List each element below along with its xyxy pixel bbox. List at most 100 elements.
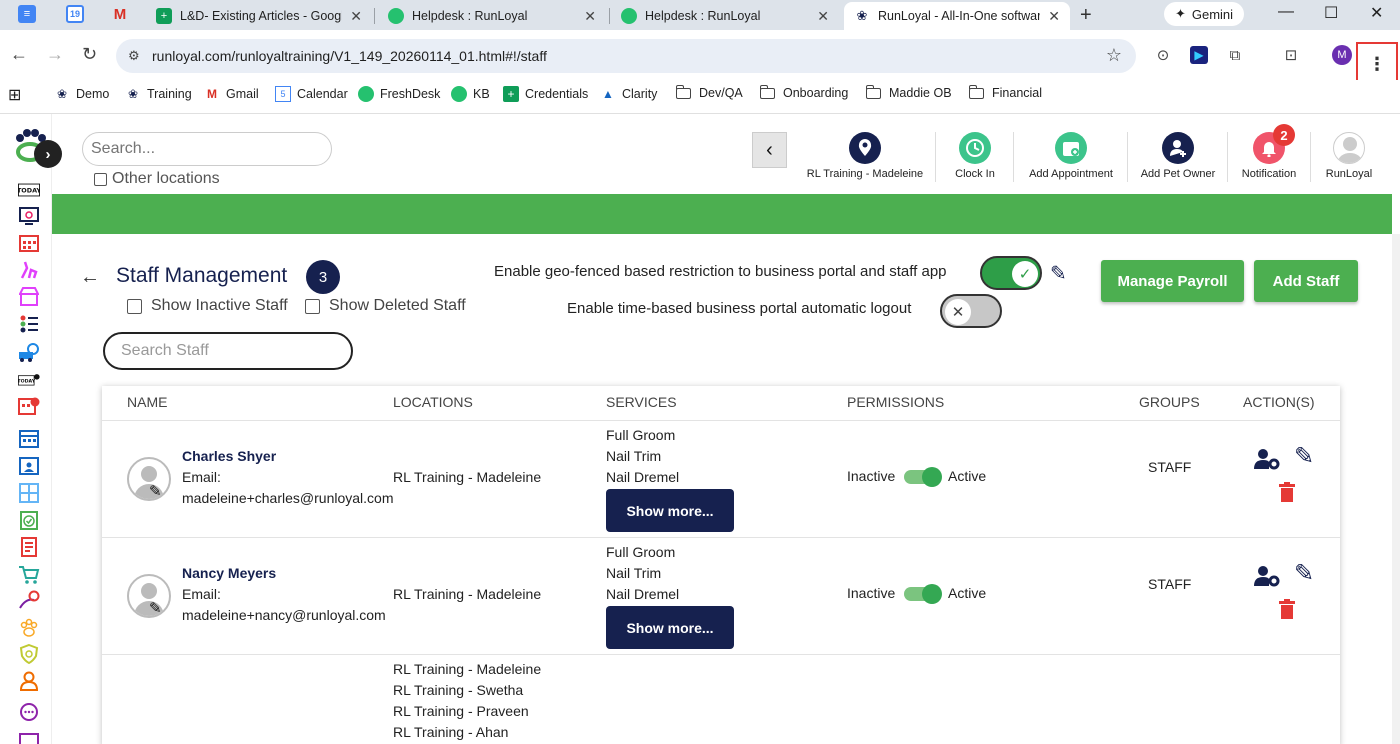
manage-payroll-button[interactable]: Manage Payroll [1101, 260, 1244, 302]
clock-in-button[interactable]: Clock In [943, 132, 1007, 182]
permission-toggle[interactable] [904, 584, 942, 604]
calendar-grid-icon[interactable] [18, 233, 40, 253]
calendar-person-icon[interactable] [18, 455, 40, 475]
delete-trash-icon[interactable] [1279, 599, 1295, 619]
kennel-grid-icon[interactable] [18, 483, 40, 503]
location-selector[interactable]: RL Training - Madeleine [800, 132, 930, 182]
page-scrollbar[interactable] [1392, 234, 1400, 744]
show-inactive-checkbox[interactable]: Show Inactive Staff [127, 297, 288, 315]
other-locations-checkbox[interactable]: Other locations [94, 170, 220, 188]
back-arrow-icon[interactable]: ← [80, 266, 100, 289]
profile-avatar[interactable]: M [1332, 45, 1352, 65]
checklist-icon[interactable] [18, 314, 40, 334]
bookmark-star-icon[interactable]: ☆ [1106, 45, 1122, 66]
permission-toggle[interactable] [904, 467, 942, 487]
today-icon[interactable]: TODAY [18, 180, 40, 200]
bookmark-training[interactable]: ❀ Training [125, 86, 192, 102]
edit-avatar-pencil-icon[interactable]: ✎ [149, 482, 162, 500]
back-button[interactable]: ← [10, 44, 28, 65]
calendar-icon[interactable] [18, 428, 40, 448]
close-tab-icon[interactable]: ✕ [817, 8, 829, 25]
bookmark-credentials[interactable]: + Credentials [503, 86, 588, 102]
notification-button[interactable]: 2 Notification [1234, 124, 1304, 182]
bookmark-freshdesk[interactable]: FreshDesk [358, 86, 440, 102]
tab-runloyal[interactable]: ❀ RunLoyal - All-In-One software ✕ [844, 2, 1070, 30]
extension-flag-icon[interactable]: ▶ [1190, 46, 1208, 64]
tab-search-icon[interactable]: ⊡ [1282, 46, 1300, 64]
staff-name[interactable]: Charles Shyer [182, 446, 393, 467]
dashboard-icon[interactable] [18, 206, 40, 226]
forward-button[interactable]: → [46, 44, 64, 65]
report-card-icon[interactable] [18, 537, 40, 557]
user-menu-button[interactable]: RunLoyal [1316, 132, 1382, 182]
store-icon[interactable] [18, 286, 40, 306]
user-icon[interactable] [18, 671, 40, 691]
bookmark-gmail[interactable]: M Gmail [204, 86, 259, 102]
close-tab-icon[interactable]: ✕ [584, 8, 596, 25]
checkbox[interactable] [94, 172, 107, 186]
staff-search-input[interactable] [103, 332, 353, 370]
bookmark-calendar[interactable]: 5 Calendar [275, 86, 348, 102]
minimize-button[interactable]: — [1278, 3, 1294, 21]
add-staff-button[interactable]: Add Staff [1254, 260, 1358, 302]
docs-icon[interactable]: ≡ [18, 5, 36, 23]
today-pen-icon[interactable]: TODAY [18, 370, 40, 390]
gmail-icon[interactable]: M [111, 5, 129, 23]
tab-helpdesk-1[interactable]: Helpdesk : RunLoyal ✕ [378, 2, 606, 30]
tab-helpdesk-2[interactable]: Helpdesk : RunLoyal ✕ [611, 2, 839, 30]
maximize-button[interactable]: ☐ [1324, 3, 1338, 23]
show-more-button[interactable]: Show more... [606, 489, 734, 532]
user-settings-icon[interactable] [1254, 565, 1280, 587]
bookmark-financial[interactable]: Financial [968, 84, 1042, 100]
checkbox[interactable] [127, 298, 142, 314]
extensions-puzzle-icon[interactable]: ⧉ [1226, 46, 1244, 64]
geo-fence-label: Enable geo-fenced based restriction to b… [494, 263, 947, 280]
staff-name[interactable]: Nancy Meyers [182, 563, 386, 584]
close-tab-icon[interactable]: ✕ [1048, 8, 1060, 25]
gemini-button[interactable]: ✦ Gemini [1164, 2, 1244, 26]
calendar-icon[interactable]: 19 [66, 5, 84, 23]
edit-pencil-icon[interactable]: ✎ [1294, 559, 1314, 588]
edit-avatar-pencil-icon[interactable]: ✎ [149, 599, 162, 617]
expand-sidebar-button[interactable]: › [34, 140, 62, 168]
bookmark-demo[interactable]: ❀ Demo [54, 86, 109, 102]
reload-button[interactable]: ↻ [82, 44, 97, 65]
close-window-button[interactable]: ✕ [1370, 3, 1383, 23]
show-deleted-checkbox[interactable]: Show Deleted Staff [305, 297, 466, 315]
bookmark-onboarding[interactable]: Onboarding [759, 84, 848, 100]
show-more-button[interactable]: Show more... [606, 606, 734, 649]
bookmark-clarity[interactable]: ▲ Clarity [600, 86, 657, 102]
gallery-icon[interactable] [18, 730, 40, 744]
packages-icon[interactable] [18, 590, 40, 610]
shield-badge-icon[interactable] [18, 644, 40, 664]
add-pet-owner-button[interactable]: Add Pet Owner [1134, 132, 1222, 182]
cart-icon[interactable] [18, 564, 40, 584]
apps-grid-icon[interactable]: ⊞ [8, 85, 21, 105]
close-tab-icon[interactable]: ✕ [350, 8, 362, 25]
calendar-check-icon[interactable] [18, 510, 40, 530]
tab-ld-articles[interactable]: + L&D- Existing Articles - Google ✕ [146, 2, 372, 30]
add-appointment-button[interactable]: Add Appointment [1020, 132, 1122, 182]
runloyal-app: › TODAY TODAY Other locations ‹ RL Train [0, 114, 1400, 744]
bookmark-dev-qa[interactable]: Dev/QA [675, 84, 743, 100]
checkbox[interactable] [305, 298, 320, 314]
transport-location-icon[interactable] [18, 342, 40, 362]
bookmark-maddie-ob[interactable]: Maddie OB [865, 84, 952, 100]
address-bar[interactable]: ⚙ runloyal.com/runloyaltraining/V1_149_2… [116, 39, 1136, 73]
calendar-clock-icon[interactable] [18, 396, 40, 416]
edit-geo-fence-pencil-icon[interactable]: ✎ [1050, 261, 1067, 286]
global-search-input[interactable] [82, 132, 332, 166]
site-settings-icon[interactable]: ⚙ [128, 48, 140, 64]
user-settings-icon[interactable] [1254, 448, 1280, 470]
auto-logout-toggle[interactable]: ✕ [940, 294, 1002, 328]
paw-icon[interactable] [18, 618, 40, 638]
new-tab-button[interactable]: + [1080, 4, 1092, 27]
grammarly-icon[interactable]: ⊙ [1154, 46, 1172, 64]
geo-fence-toggle[interactable]: ✓ [980, 256, 1042, 290]
edit-pencil-icon[interactable]: ✎ [1294, 442, 1314, 471]
bookmark-kb[interactable]: KB [451, 86, 490, 102]
collapse-header-button[interactable]: ‹ [752, 132, 787, 168]
delete-trash-icon[interactable] [1279, 482, 1295, 502]
chat-icon[interactable] [18, 703, 40, 723]
grooming-icon[interactable] [18, 260, 40, 280]
